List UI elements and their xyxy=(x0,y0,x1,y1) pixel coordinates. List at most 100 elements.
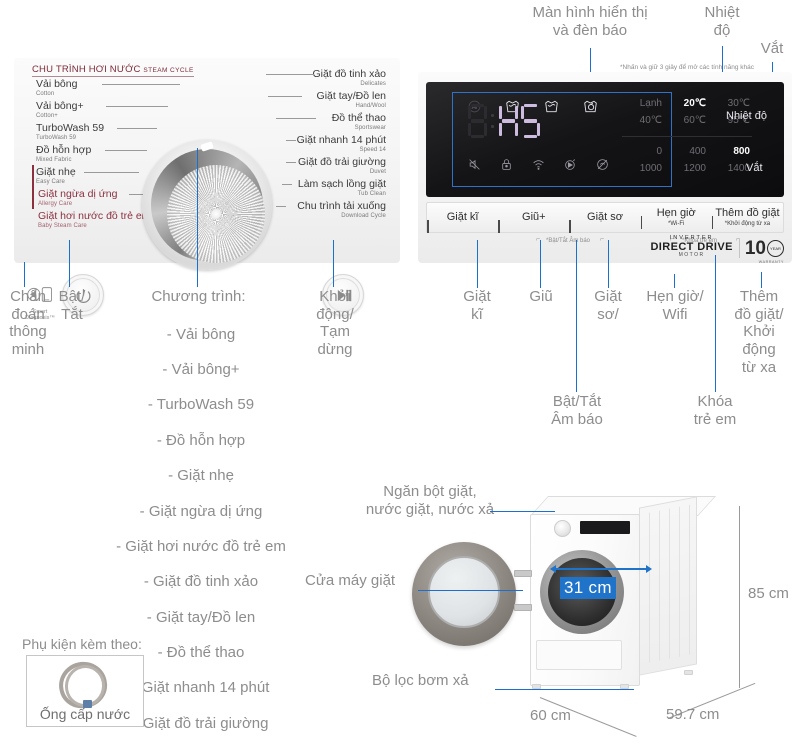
temp-option-2[interactable]: 30℃ xyxy=(706,98,750,109)
program-rule-0 xyxy=(102,84,180,85)
button-timer-label: Hẹn giờ xyxy=(656,207,696,220)
program-left-5-en: Allergy Care xyxy=(38,200,73,207)
program-item-4: - Giặt nhẹ xyxy=(168,467,234,485)
program-rule-r1 xyxy=(268,96,302,97)
program-rule-2 xyxy=(117,128,157,129)
badge-line2: DIRECT DRIVE xyxy=(650,240,733,253)
temp-option-4[interactable]: 60℃ xyxy=(662,115,706,126)
program-rule-3 xyxy=(105,150,147,151)
program-right-2: Đồ thể thao Sportswear xyxy=(332,113,386,131)
program-left-3: Đồ hỗn hợp Mixed Fabric xyxy=(36,145,91,163)
warranty-year: YEAR xyxy=(767,239,784,257)
program-right-1: Giặt tay/Đồ len Hand/Wool xyxy=(317,91,386,109)
program-item-0: - Vải bông xyxy=(166,325,236,343)
machine-control-panel xyxy=(536,518,634,538)
program-right-6: Chu trình tải xuống Download Cycle xyxy=(297,201,386,219)
panel-note: *Nhấn và giữ 3 giây để mở các tính năng … xyxy=(620,64,754,71)
rinse-cycle-icon xyxy=(544,100,559,115)
program-left-3-vi: Đồ hỗn hợp xyxy=(36,144,92,156)
leader-smart-diagnosis xyxy=(24,262,25,287)
program-right-2-en: Sportswear xyxy=(354,124,386,131)
temperature-button[interactable]: Nhiệt độ xyxy=(726,110,767,122)
infographic-page: Màn hình hiển thị và đèn báo Nhiệt độ Vắ… xyxy=(0,0,800,745)
mute-icon xyxy=(468,158,481,173)
button-prewash[interactable]: Giặt sơ xyxy=(569,211,640,233)
spin-option-4[interactable]: 1200 xyxy=(662,163,706,174)
program-right-1-vi: Giặt tay/Đồ len xyxy=(316,90,386,102)
button-add-laundry[interactable]: Thêm đồ giặt *Khởi động từ xa xyxy=(711,207,783,230)
spin-cycle-icon xyxy=(583,100,598,115)
program-right-3-en: Speed 14 xyxy=(359,146,386,153)
program-item-8: - Giặt tay/Đồ len xyxy=(146,608,256,626)
segment-digit-4 xyxy=(499,104,518,138)
door-hinge-top xyxy=(514,570,532,577)
door-hinge-bottom xyxy=(514,604,532,611)
leader-child-lock xyxy=(715,255,716,392)
warranty-number: 10 xyxy=(744,237,766,259)
inverter-direct-drive-text: INVERTER DIRECT DRIVE MOTOR xyxy=(650,235,733,258)
callout-intensive-wash: Giặt kĩ xyxy=(463,288,491,323)
leader-pump-filter xyxy=(495,689,634,690)
spin-option-2[interactable]: 800 xyxy=(706,146,750,157)
program-rule-r3 xyxy=(286,140,296,141)
arrow-head-right xyxy=(646,565,652,573)
leader-intensive-wash xyxy=(477,240,478,288)
segment-digit-tens xyxy=(468,104,487,138)
program-rule-r0 xyxy=(266,74,314,75)
program-left-0-vi: Vải bông xyxy=(36,78,78,90)
program-left-3-en: Mixed Fabric xyxy=(36,156,72,163)
brand-badge: INVERTER DIRECT DRIVE MOTOR 10 YEAR WARR… xyxy=(650,235,784,264)
display-divider xyxy=(622,136,752,137)
program-item-7: - Giặt đồ tinh xảo xyxy=(143,573,259,591)
temp-option-3[interactable]: 40℃ xyxy=(618,115,662,126)
height-label: 85 cm xyxy=(748,585,789,602)
program-left-1-vi: Vải bông+ xyxy=(36,100,84,112)
spin-option-1[interactable]: 400 xyxy=(662,146,706,157)
program-right-6-en: Download Cycle xyxy=(341,212,386,219)
steam-cycle-header: CHU TRÌNH HƠI NƯỚC STEAM CYCLE xyxy=(32,64,194,77)
leader-add-laundry xyxy=(761,272,762,288)
button-extra-rinse[interactable]: Giũ+ xyxy=(498,210,569,233)
temp-option-1[interactable]: 20℃ xyxy=(662,98,706,109)
spin-button[interactable]: Vắt xyxy=(746,162,763,174)
callout-door: Cửa máy giặt xyxy=(305,572,396,589)
status-icons-bottom xyxy=(468,158,609,173)
button-intensive-wash-label: Giặt kĩ xyxy=(446,210,479,223)
program-right-4: Giặt đồ trải giường Duvet xyxy=(298,157,386,175)
callout-start-pause: Khởi động/ Tạm dừng xyxy=(316,288,354,359)
spin-option-3[interactable]: 1000 xyxy=(618,163,662,174)
program-right-4-en: Duvet xyxy=(369,168,386,175)
button-intensive-wash[interactable]: Giặt kĩ xyxy=(427,210,498,233)
program-rule-4 xyxy=(84,172,139,173)
button-timer-wifi[interactable]: Hẹn giờ *Wi-Fi xyxy=(640,207,712,230)
program-right-1-en: Hand/Wool xyxy=(355,102,386,109)
program-rule-r4 xyxy=(286,162,296,163)
height-dim-line xyxy=(739,506,740,688)
control-panel-left: CHU TRÌNH HƠI NƯỚC STEAM CYCLE Vải bông … xyxy=(14,58,400,321)
program-item-6: - Giặt hơi nước đồ trẻ em xyxy=(116,537,286,555)
program-dial[interactable] xyxy=(142,140,272,270)
program-item-2: - TurboWash 59 xyxy=(147,396,255,414)
button-timer-sub: *Wi-Fi xyxy=(668,220,685,227)
accessory-label: Ống cấp nước xyxy=(39,706,131,722)
spin-option-5[interactable]: 1400 xyxy=(706,163,750,174)
program-left-0-en: Cotton xyxy=(36,90,55,97)
program-item-1: - Vải bông+ xyxy=(162,361,240,379)
button-divider xyxy=(640,216,643,230)
program-left-4-vi: Giặt nhẹ xyxy=(36,166,76,178)
wifi-icon xyxy=(532,158,545,173)
spin-option-0[interactable]: 0 xyxy=(618,146,662,157)
program-right-0-vi: Giặt đồ tinh xảo xyxy=(312,68,386,80)
button-extra-rinse-label: Giũ+ xyxy=(522,210,546,223)
program-right-2-vi: Đồ thể thao xyxy=(331,112,386,124)
program-rule-r5 xyxy=(282,184,292,185)
program-rule-r2 xyxy=(276,118,316,119)
temp-option-0[interactable]: Lạnh xyxy=(618,98,662,109)
machine-foot-rear xyxy=(684,670,693,675)
leader-detergent-drawer xyxy=(490,511,555,512)
leader-program-dial xyxy=(197,148,198,287)
spin-options[interactable]: 0 400 800 1000 1200 1400 xyxy=(618,146,750,174)
warranty-badge: 10 YEAR WARRANTY xyxy=(738,237,784,264)
child-lock-icon xyxy=(500,158,513,173)
callout-power: Bật/ Tắt xyxy=(58,288,86,323)
